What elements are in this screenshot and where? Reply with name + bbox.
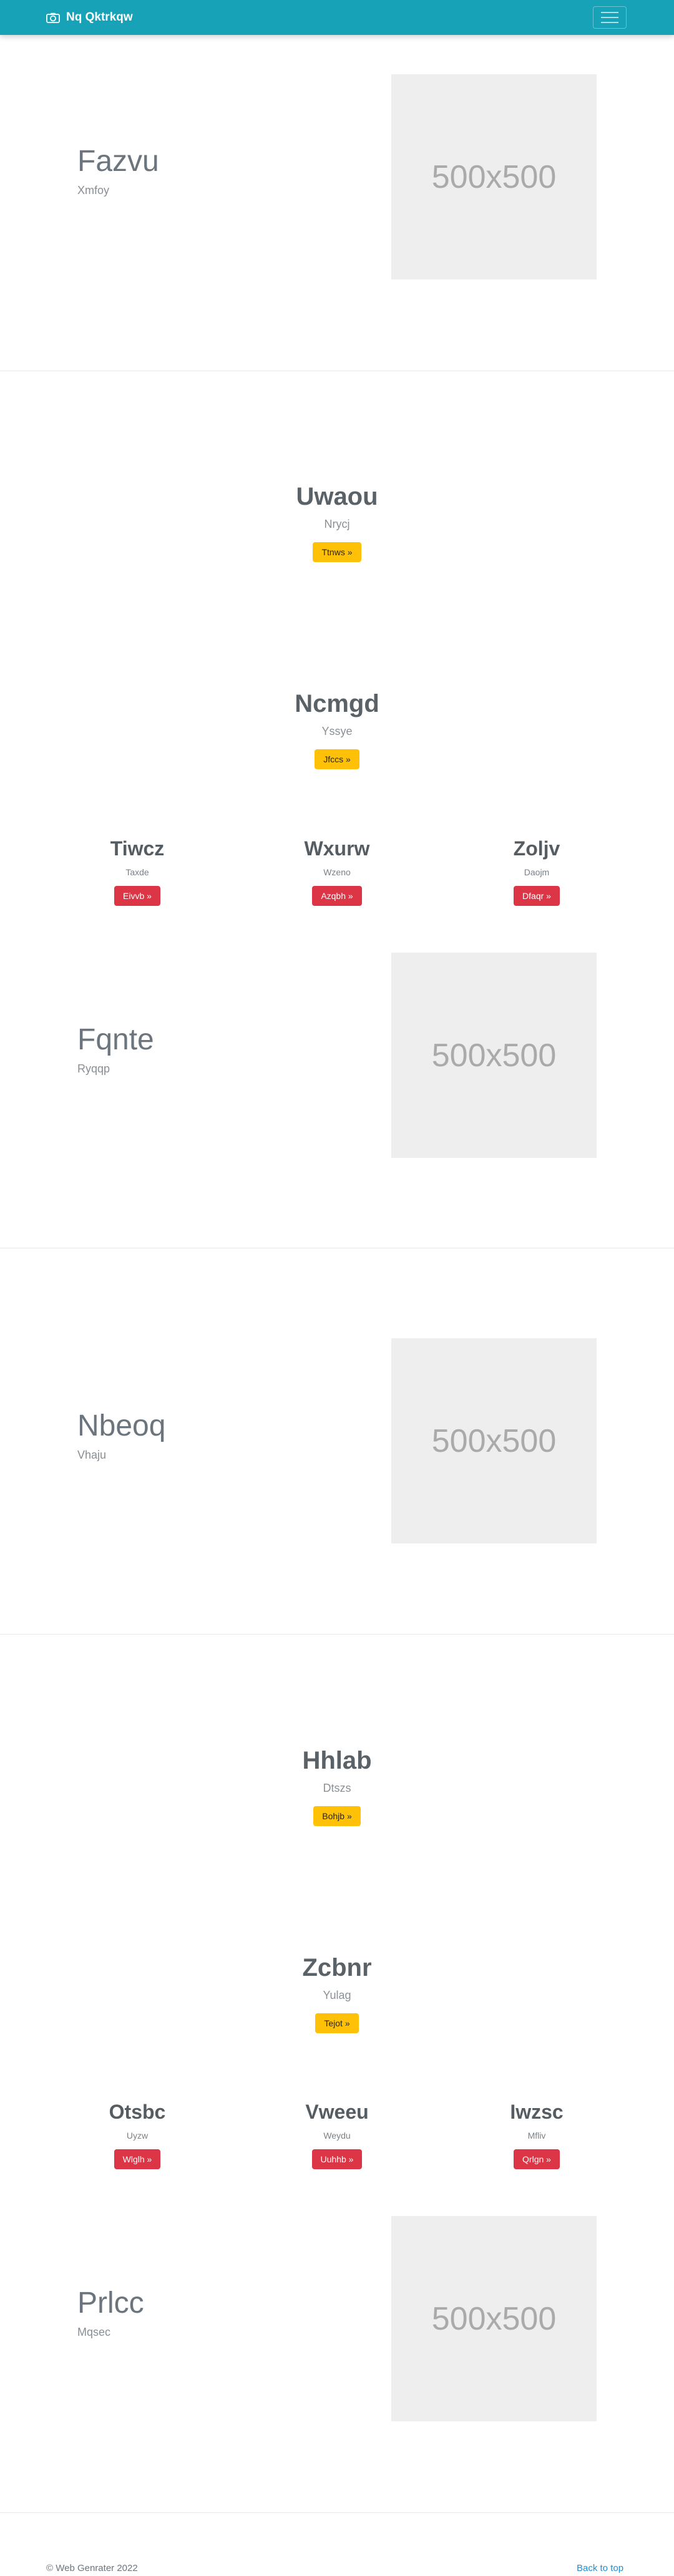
cta-button[interactable]: Ttnws » [313, 542, 361, 562]
hamburger-icon [601, 10, 618, 25]
feature-column: Vweeu Weydu Uuhhb » [243, 2102, 431, 2169]
cta-title: Hhlab [302, 1747, 372, 1774]
feature-title: Zoljv [513, 837, 560, 860]
hero-subtitle: Vhaju [77, 1449, 107, 1461]
placeholder-image: 500x500 [391, 74, 597, 279]
cta-section: Ncmgd Yssye Jfccs » [0, 691, 674, 769]
feature-subtitle: Wzeno [323, 867, 351, 877]
hero-text: Fazvu Xmfoy [77, 147, 159, 197]
feature-subtitle: Uyzw [126, 2131, 149, 2141]
cta-section: Zcbnr Yulag Tejot » [0, 1955, 674, 2033]
placeholder-label: 500x500 [431, 1422, 557, 1459]
hero-subtitle: Ryqqp [77, 1062, 110, 1075]
placeholder-label: 500x500 [431, 1037, 557, 1074]
hero-title: Fazvu [77, 145, 159, 178]
feature-column: Tiwcz Taxde Eivvb » [44, 838, 231, 906]
feature-title: Vweeu [305, 2101, 369, 2123]
hero-subtitle: Mqsec [77, 2326, 111, 2338]
navbar: Nq Qktrkqw [0, 0, 674, 35]
feature-subtitle: Taxde [125, 867, 149, 877]
cta-subtitle: Yulag [323, 1989, 351, 2001]
cta-title: Zcbnr [302, 1954, 372, 1981]
cta-title: Ncmgd [295, 690, 379, 717]
cta-button[interactable]: Bohjb » [313, 1806, 361, 1826]
hero-text: Prlcc Mqsec [77, 2288, 144, 2339]
placeholder-image: 500x500 [391, 2216, 597, 2421]
feature-title: Wxurw [304, 837, 370, 860]
hero-title: Prlcc [77, 2287, 144, 2320]
navbar-toggler[interactable] [593, 6, 627, 29]
feature-button[interactable]: Azqbh » [312, 886, 362, 906]
feature-title: Otsbc [109, 2101, 166, 2123]
feature-column: Zoljv Daojm Dfaqr » [443, 838, 630, 906]
feature-button[interactable]: Qrlgn » [514, 2149, 560, 2169]
cta-subtitle: Nrycj [324, 518, 350, 530]
brand-label: Nq Qktrkqw [66, 11, 133, 24]
navbar-brand[interactable]: Nq Qktrkqw [46, 0, 133, 35]
cta-button[interactable]: Jfccs » [315, 749, 359, 769]
cta-subtitle: Yssye [321, 725, 353, 737]
hero-title: Fqnte [77, 1023, 154, 1056]
footer-copyright: © Web Genrater 2022 [46, 2563, 138, 2574]
feature-subtitle: Mfliv [527, 2131, 546, 2141]
feature-subtitle: Daojm [524, 867, 550, 877]
placeholder-image: 500x500 [391, 1338, 597, 1543]
cta-subtitle: Dtszs [323, 1782, 351, 1794]
placeholder-label: 500x500 [431, 158, 557, 195]
feature-button[interactable]: Wlglh » [114, 2149, 161, 2169]
hero-text: Fqnte Ryqqp [77, 1025, 154, 1076]
feature-column: Otsbc Uyzw Wlglh » [44, 2102, 231, 2169]
section-divider [0, 1634, 674, 1635]
feature-title: Tiwcz [110, 837, 165, 860]
hero-text: Nbeoq Vhaju [77, 1411, 165, 1462]
feature-button[interactable]: Eivvb » [114, 886, 160, 906]
feature-column: Wxurw Wzeno Azqbh » [243, 838, 431, 906]
hero-subtitle: Xmfoy [77, 184, 110, 197]
section-divider [0, 2512, 674, 2513]
cta-section: Uwaou Nrycj Ttnws » [0, 484, 674, 562]
feature-subtitle: Weydu [323, 2131, 351, 2141]
hero-title: Nbeoq [77, 1409, 166, 1442]
feature-column: Iwzsc Mfliv Qrlgn » [443, 2102, 630, 2169]
cta-section: Hhlab Dtszs Bohjb » [0, 1748, 674, 1826]
feature-button[interactable]: Dfaqr » [514, 886, 560, 906]
back-to-top-link[interactable]: Back to top [577, 2563, 623, 2574]
feature-title: Iwzsc [510, 2101, 564, 2123]
cta-title: Uwaou [296, 483, 378, 510]
cta-button[interactable]: Tejot » [315, 2013, 359, 2033]
camera-icon [46, 12, 60, 23]
feature-button[interactable]: Uuhhb » [311, 2149, 363, 2169]
placeholder-label: 500x500 [431, 2300, 557, 2337]
placeholder-image: 500x500 [391, 953, 597, 1158]
